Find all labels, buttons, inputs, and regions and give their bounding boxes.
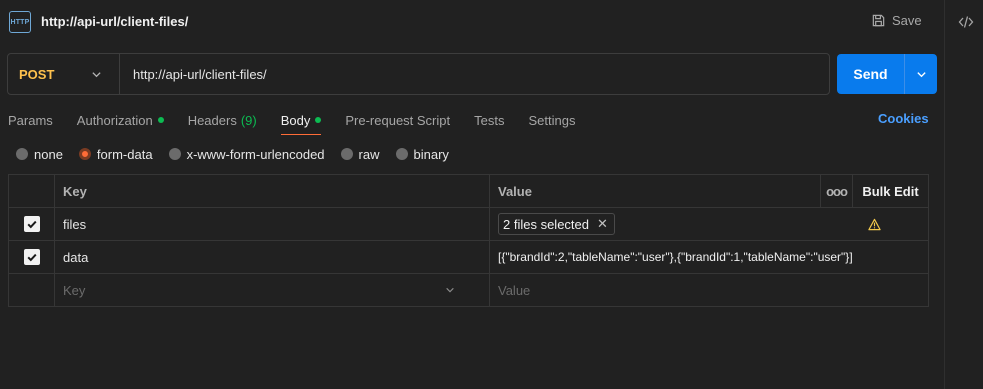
- tab-label: Settings: [528, 112, 576, 128]
- body-type-form-data[interactable]: form-data: [78, 146, 153, 162]
- key-placeholder: Key: [63, 282, 86, 298]
- save-button[interactable]: Save: [871, 13, 922, 28]
- new-value-input[interactable]: Value: [490, 274, 928, 306]
- table-row: data [{"brandId":2,"tableName":"user"},{…: [9, 241, 928, 274]
- radio-button: [168, 148, 181, 160]
- tab-body[interactable]: Body: [280, 112, 322, 135]
- tab-tests[interactable]: Tests: [474, 113, 504, 128]
- table-row-empty: Key Value: [9, 274, 928, 306]
- table-header-row: Key Value ooo Bulk Edit: [9, 175, 928, 208]
- close-icon[interactable]: ✕: [597, 216, 608, 232]
- radio-button: [16, 148, 28, 160]
- body-type-urlencoded[interactable]: x-www-form-urlencoded: [168, 146, 325, 162]
- row-key: data: [63, 249, 89, 265]
- chevron-down-icon[interactable]: [445, 285, 455, 295]
- radio-label: binary: [413, 146, 449, 162]
- header-count: (9): [240, 112, 257, 128]
- radio-label: x-www-form-urlencoded: [186, 146, 325, 162]
- row-value-cell[interactable]: [{"brandId":2,"tableName":"user"},{"bran…: [490, 241, 928, 273]
- form-data-table: Key Value ooo Bulk Edit files 2 files se…: [8, 174, 929, 307]
- status-dot: [315, 117, 322, 123]
- bulk-edit-button[interactable]: Bulk Edit: [853, 175, 928, 207]
- send-button-group: Send: [837, 54, 937, 94]
- row-key-cell[interactable]: data: [55, 241, 490, 273]
- row-check-cell: [9, 208, 55, 240]
- request-header: HTTP http://api-url/client-files/ Save: [0, 0, 944, 44]
- chevron-down-icon: [92, 72, 101, 78]
- check-icon: [26, 253, 37, 262]
- row-enabled-checkbox[interactable]: [23, 216, 40, 232]
- radio-button: [395, 148, 408, 160]
- radio-button: [340, 148, 353, 160]
- row-key: files: [63, 216, 87, 232]
- tab-label: Params: [8, 112, 53, 128]
- row-value: [{"brandId":2,"tableName":"user"},{"bran…: [498, 250, 853, 264]
- tab-headers[interactable]: Headers (9): [188, 113, 257, 128]
- request-title[interactable]: http://api-url/client-files/: [41, 14, 188, 29]
- send-button[interactable]: Send: [837, 54, 905, 94]
- tab-authorization[interactable]: Authorization: [77, 113, 164, 128]
- radio-label: form-data: [96, 146, 153, 162]
- save-icon: [872, 14, 885, 27]
- new-key-input[interactable]: Key: [55, 274, 490, 306]
- body-type-selector: none form-data x-www-form-urlencoded raw…: [16, 146, 465, 162]
- url-input[interactable]: [120, 54, 829, 94]
- url-bar: POST: [7, 53, 830, 95]
- radio-button-selected: [78, 148, 91, 160]
- radio-label: raw: [358, 146, 380, 162]
- tab-label: Body: [280, 112, 311, 128]
- tab-label: Authorization: [76, 112, 153, 128]
- row-warning-cell: [820, 208, 928, 240]
- right-sidebar: [944, 0, 983, 389]
- status-dot: [157, 117, 164, 123]
- save-label: Save: [892, 13, 922, 28]
- row-key-cell[interactable]: files: [55, 208, 490, 240]
- row-check-cell: [9, 241, 55, 273]
- method-selector[interactable]: POST: [8, 54, 120, 94]
- bulk-edit-label: Bulk Edit: [862, 183, 919, 199]
- column-options[interactable]: ooo: [820, 175, 853, 207]
- header-check-cell: [9, 175, 55, 207]
- file-selection-label: 2 files selected: [503, 216, 589, 232]
- column-header-key: Key: [55, 175, 490, 207]
- tab-label: Headers: [187, 112, 237, 128]
- request-editor: HTTP http://api-url/client-files/ Save P…: [0, 0, 944, 389]
- row-enabled-checkbox[interactable]: [23, 249, 40, 265]
- body-type-none[interactable]: none: [16, 147, 63, 162]
- tab-pre-request-script[interactable]: Pre-request Script: [345, 113, 450, 128]
- row-check-cell: [9, 274, 55, 306]
- more-options-icon: ooo: [826, 183, 848, 199]
- warning-icon[interactable]: [867, 218, 881, 231]
- tab-params[interactable]: Params: [8, 113, 53, 128]
- code-icon[interactable]: [958, 14, 974, 30]
- send-options-button[interactable]: [905, 54, 937, 94]
- check-icon: [26, 220, 37, 229]
- table-row: files 2 files selected ✕: [9, 208, 928, 241]
- method-label: POST: [19, 66, 55, 82]
- http-request-icon: HTTP: [9, 11, 31, 33]
- cookies-link[interactable]: Cookies: [878, 111, 929, 126]
- tab-label: Pre-request Script: [345, 112, 451, 128]
- column-header-value: Value: [498, 183, 532, 199]
- chevron-down-icon: [916, 71, 926, 77]
- request-tabs: Params Authorization Headers (9) Body Pr…: [8, 110, 599, 135]
- tab-label: Tests: [474, 112, 505, 128]
- body-type-binary[interactable]: binary: [395, 146, 449, 162]
- row-value-cell[interactable]: 2 files selected ✕: [490, 208, 820, 240]
- radio-label: none: [34, 146, 63, 162]
- value-placeholder: Value: [498, 282, 531, 298]
- file-selection-chip[interactable]: 2 files selected ✕: [498, 213, 615, 235]
- body-type-raw[interactable]: raw: [340, 146, 380, 162]
- tab-settings[interactable]: Settings: [528, 113, 575, 128]
